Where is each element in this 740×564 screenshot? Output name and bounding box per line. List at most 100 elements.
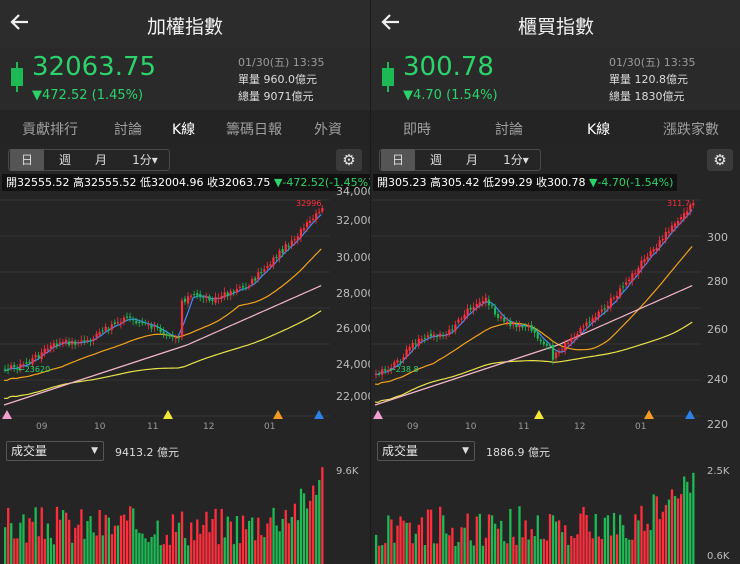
volume-bar	[515, 544, 518, 564]
candle	[113, 322, 116, 324]
low-label: ←23620	[18, 365, 50, 374]
unit-volume: 單量 960.0億元	[238, 73, 317, 86]
x-tick: 11	[147, 422, 159, 432]
candle	[55, 343, 59, 346]
volume-bar	[689, 492, 692, 564]
candle	[576, 333, 579, 337]
volume-select[interactable]: 成交量 ▼	[377, 441, 475, 461]
tab-realtime[interactable]: 即時	[403, 119, 431, 139]
tab-contribution[interactable]: 貢獻排行	[22, 119, 78, 139]
volume-bar	[686, 481, 689, 564]
volume-bar	[673, 496, 677, 564]
candle	[539, 339, 542, 342]
candle	[10, 365, 13, 369]
volume-bar	[10, 523, 13, 564]
volume-bar	[107, 517, 110, 564]
candle	[497, 314, 500, 318]
tab-foreign[interactable]: 外資	[314, 119, 342, 139]
gear-icon[interactable]: ⚙	[336, 149, 362, 171]
volume-bar	[432, 543, 436, 564]
candle	[193, 294, 196, 296]
y-tick: 280	[707, 275, 728, 288]
x-tick: 01	[635, 422, 647, 432]
candle	[254, 278, 257, 281]
candle	[533, 328, 536, 333]
volume-chart	[4, 467, 324, 564]
volume-bar	[420, 517, 424, 564]
high-label: 311.7	[667, 199, 690, 208]
ohlc-bar: 開32555.52 高32555.52 低32004.96 收32063.75 …	[2, 174, 370, 191]
volume-bar	[251, 517, 254, 564]
candle	[187, 296, 190, 304]
candlestick-chart[interactable]: 311.7 ←238.8	[371, 190, 740, 435]
volume-bar	[579, 513, 582, 564]
volume-bar	[260, 535, 263, 564]
candle	[664, 231, 667, 241]
period-minute[interactable]: 1分▾	[122, 149, 168, 171]
candle	[381, 369, 384, 375]
volume-bar	[302, 493, 306, 564]
candle	[119, 322, 123, 324]
candle	[521, 326, 524, 328]
period-minute[interactable]: 1分▾	[493, 149, 539, 171]
candle	[89, 340, 92, 342]
candle	[442, 335, 445, 337]
volume-bar	[680, 494, 683, 564]
candle	[171, 335, 174, 338]
tab-discussion[interactable]: 討論	[495, 119, 523, 139]
gear-icon[interactable]: ⚙	[707, 149, 733, 171]
candle	[168, 335, 171, 337]
candle	[208, 296, 211, 301]
candle	[52, 343, 55, 348]
page-title: 加權指數	[146, 16, 223, 38]
volume-bar	[144, 538, 147, 564]
period-week[interactable]: 週	[48, 149, 82, 171]
candle	[536, 332, 539, 339]
volume-bar	[539, 539, 542, 564]
volume-bar	[487, 514, 491, 564]
candle	[478, 302, 481, 306]
volume-bar	[37, 536, 40, 564]
candle	[509, 320, 512, 326]
volume-select[interactable]: 成交量 ▼	[6, 441, 104, 461]
index-change: ▼4.70 (1.54%)	[403, 88, 498, 103]
volume-bar	[506, 543, 509, 564]
candle	[180, 300, 184, 338]
candle	[384, 369, 387, 371]
volume-bar	[609, 535, 613, 564]
candle	[110, 324, 113, 330]
volume-bar	[399, 516, 402, 564]
candle	[37, 355, 40, 358]
candle	[417, 338, 420, 346]
tab-kline[interactable]: K線	[172, 119, 195, 139]
volume-bar	[390, 519, 393, 564]
volume-bar	[162, 544, 165, 564]
volume-bar	[238, 543, 242, 564]
period-day[interactable]: 日	[381, 149, 415, 171]
volume-bar	[104, 514, 107, 564]
candle	[637, 268, 640, 275]
volume-bar	[272, 507, 275, 564]
volume-bar	[649, 530, 652, 564]
unit-volume: 單量 120.8億元	[609, 73, 688, 86]
tab-chip-daily[interactable]: 籌碼日報	[226, 119, 282, 139]
x-tick: 10	[465, 422, 477, 432]
candle	[585, 322, 588, 326]
period-month[interactable]: 月	[455, 149, 489, 171]
tab-discussion[interactable]: 討論	[114, 119, 142, 139]
ohlc-bar: 開305.23 高305.42 低299.29 收300.78 ▼-4.70(-…	[373, 174, 678, 191]
y-tick: 22,000	[336, 390, 370, 403]
volume-bar	[119, 515, 123, 564]
volume-bar	[408, 522, 411, 564]
period-week[interactable]: 週	[419, 149, 453, 171]
candlestick-chart[interactable]: 32996 ←23620	[0, 190, 370, 435]
tab-kline[interactable]: K線	[587, 119, 610, 139]
tab-advance-decline[interactable]: 漲跌家數	[663, 119, 719, 139]
candle	[129, 316, 132, 318]
volume-bar	[80, 509, 83, 564]
candle	[92, 338, 95, 342]
volume-bar	[542, 538, 546, 564]
period-month[interactable]: 月	[84, 149, 118, 171]
volume-bar	[92, 532, 95, 564]
period-day[interactable]: 日	[10, 149, 44, 171]
